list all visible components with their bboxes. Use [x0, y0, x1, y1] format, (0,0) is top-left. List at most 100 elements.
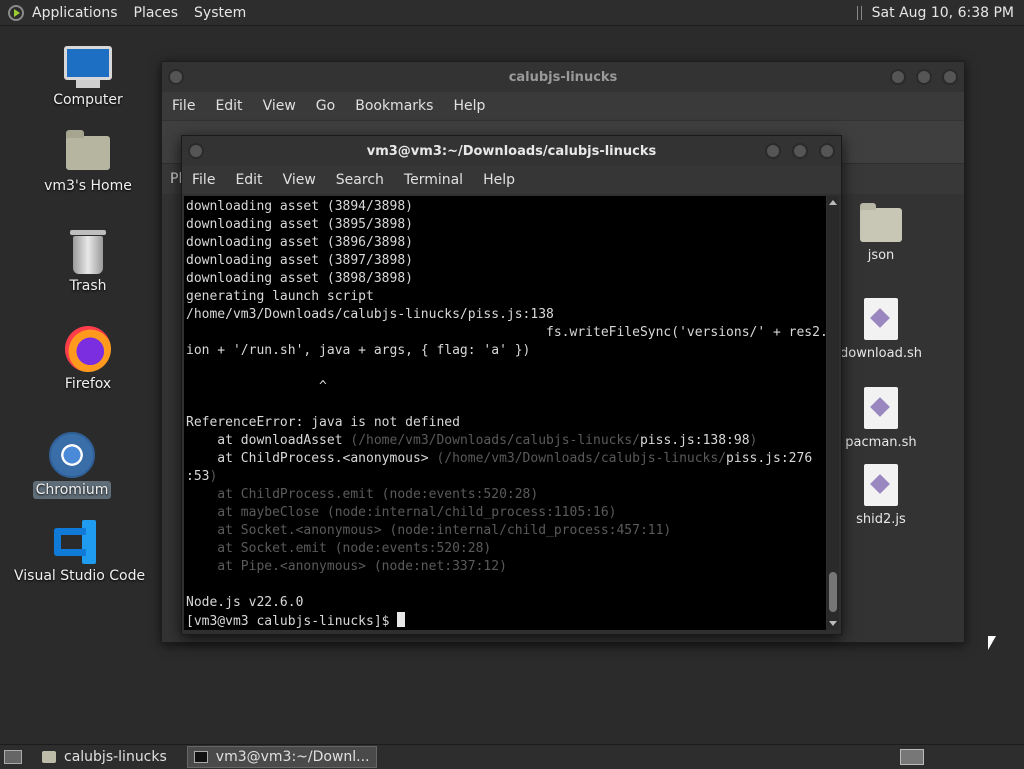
file-item[interactable]: pacman.sh	[836, 387, 926, 450]
desktop-icon-label: vm3's Home	[44, 178, 132, 194]
terminal-line: downloading asset (3895/3898)	[186, 217, 413, 232]
maximize-icon[interactable]	[916, 69, 932, 85]
stack-line: at downloadAsset (/home/vm3/Downloads/ca…	[186, 432, 826, 450]
stack-line-dim: at ChildProcess.emit (node:events:520:28…	[186, 487, 539, 502]
show-desktop-icon[interactable]	[4, 750, 22, 764]
menu-system[interactable]: System	[186, 5, 254, 21]
stack-line: at ChildProcess.<anonymous> (/home/vm3/D…	[186, 450, 826, 468]
terminal-line: ​	[186, 360, 826, 378]
top-menu: Applications Places System	[24, 0, 254, 25]
menu-file[interactable]: File	[162, 98, 205, 114]
top-panel: Applications Places System Sat Aug 10, 6…	[0, 0, 1024, 26]
file-item[interactable]: shid2.js	[836, 464, 926, 527]
taskbar-label: vm3@vm3:~/Downl...	[215, 749, 370, 765]
minimize-icon[interactable]	[765, 143, 781, 159]
mouse-pointer-icon	[988, 636, 996, 650]
file-name: shid2.js	[856, 512, 906, 527]
terminal-line: ion + '/run.sh', java + args, { flag: 'a…	[186, 343, 531, 358]
desktop-icon-vscode[interactable]: Visual Studio Code	[14, 520, 145, 584]
scrollbar[interactable]	[827, 196, 839, 630]
scrollbar-thumb[interactable]	[829, 572, 837, 612]
window-title: vm3@vm3:~/Downloads/calubjs-linucks	[366, 143, 657, 159]
clock-area: Sat Aug 10, 6:38 PM	[856, 0, 1024, 25]
trash-icon	[70, 230, 106, 274]
terminal-output[interactable]: downloading asset (3894/3898) downloading…	[184, 196, 826, 630]
folder-icon	[860, 203, 902, 242]
chromium-icon	[49, 432, 95, 478]
terminal-line: generating launch script	[186, 289, 374, 304]
menu-applications[interactable]: Applications	[24, 5, 126, 21]
terminal-line: downloading asset (3896/3898)	[186, 235, 413, 250]
script-icon	[864, 387, 898, 429]
menu-terminal[interactable]: Terminal	[394, 172, 473, 188]
minimize-icon[interactable]	[890, 69, 906, 85]
stack-path: (/home/vm3/Downloads/calubjs-linucks/	[436, 451, 727, 466]
desktop-icon-firefox[interactable]: Firefox	[28, 326, 148, 392]
window-titlebar[interactable]: vm3@vm3:~/Downloads/calubjs-linucks	[182, 136, 841, 166]
desktop-icon-trash[interactable]: Trash	[28, 230, 148, 294]
menu-places[interactable]: Places	[126, 5, 187, 21]
stack-fn: at downloadAsset	[186, 433, 351, 448]
taskbar-label: calubjs-linucks	[64, 749, 167, 765]
desktop-icon-chromium[interactable]: Chromium	[12, 432, 132, 499]
taskbar-item-file-manager[interactable]: calubjs-linucks	[36, 746, 173, 768]
scroll-down-icon[interactable]	[829, 621, 837, 626]
menu-bookmarks[interactable]: Bookmarks	[345, 98, 443, 114]
firefox-icon	[65, 326, 111, 372]
file-item[interactable]: json	[836, 203, 926, 263]
folder-icon	[42, 751, 56, 763]
file-item[interactable]: download.sh	[836, 298, 926, 361]
menu-file[interactable]: File	[182, 172, 225, 188]
bottom-panel: calubjs-linucks vm3@vm3:~/Downl...	[0, 744, 1024, 769]
stack-file: piss.js:276	[726, 451, 813, 466]
window-titlebar[interactable]: calubjs-linucks	[162, 62, 964, 92]
menu-go[interactable]: Go	[306, 98, 345, 114]
text-cursor	[397, 612, 406, 627]
desktop-icon-computer[interactable]: Computer	[28, 46, 148, 108]
scroll-up-icon[interactable]	[829, 200, 837, 205]
terminal-line: ReferenceError: java is not defined	[186, 415, 460, 430]
desktop-icon-label: Trash	[69, 278, 107, 294]
close-icon[interactable]	[942, 69, 958, 85]
desktop-icon-home[interactable]: vm3's Home	[28, 130, 148, 194]
terminal-icon	[193, 751, 208, 763]
vscode-icon	[52, 520, 96, 564]
terminal-window[interactable]: vm3@vm3:~/Downloads/calubjs-linucks File…	[181, 135, 842, 635]
menubar: File Edit View Go Bookmarks Help	[162, 92, 964, 120]
maximize-icon[interactable]	[792, 143, 808, 159]
stack-file: :53	[186, 469, 210, 484]
terminal-line: fs.writeFileSync('versions/' + res2.vers	[186, 325, 826, 340]
terminal-line: ​	[186, 396, 826, 414]
close-icon[interactable]	[819, 143, 835, 159]
script-icon	[864, 298, 898, 340]
stack-paren: )	[749, 433, 758, 448]
window-title: calubjs-linucks	[508, 69, 618, 85]
applications-logo-icon[interactable]	[8, 4, 24, 21]
prompt-line[interactable]: [vm3@vm3 calubjs-linucks]$	[186, 612, 826, 630]
file-name: json	[867, 248, 895, 263]
menu-view[interactable]: View	[253, 98, 306, 114]
window-menu-icon[interactable]	[188, 143, 204, 159]
desktop-icon-label: Computer	[53, 92, 123, 108]
menu-search[interactable]: Search	[326, 172, 394, 188]
clock[interactable]: Sat Aug 10, 6:38 PM	[872, 5, 1014, 21]
terminal-line: downloading asset (3894/3898)	[186, 199, 413, 214]
script-icon	[864, 464, 898, 506]
taskbar-item-terminal[interactable]: vm3@vm3:~/Downl...	[186, 746, 377, 768]
menu-view[interactable]: View	[273, 172, 326, 188]
menu-edit[interactable]: Edit	[205, 98, 252, 114]
menu-help[interactable]: Help	[473, 172, 525, 188]
stack-line: :53)	[186, 468, 826, 486]
menu-edit[interactable]: Edit	[225, 172, 272, 188]
desktop-icon-label: Chromium	[32, 481, 112, 499]
stack-fn: at ChildProcess.<anonymous>	[186, 451, 437, 466]
file-name: pacman.sh	[845, 435, 917, 450]
menu-help[interactable]: Help	[443, 98, 495, 114]
computer-icon	[64, 46, 112, 88]
desktop-icon-label: Firefox	[64, 376, 112, 392]
stack-path: (/home/vm3/Downloads/calubjs-linucks/	[350, 433, 640, 448]
workspace-switcher[interactable]	[900, 749, 924, 765]
terminal-line: downloading asset (3898/3898)	[186, 271, 413, 286]
window-menu-icon[interactable]	[168, 69, 184, 85]
terminal-line: ​	[186, 576, 826, 594]
